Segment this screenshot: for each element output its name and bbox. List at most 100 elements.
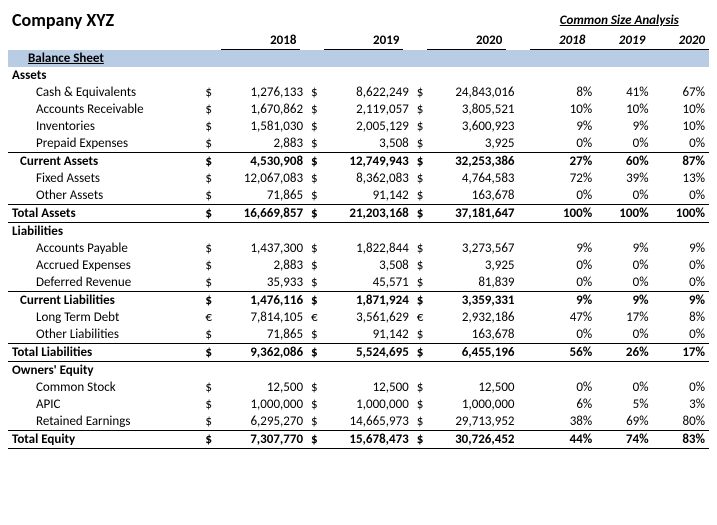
currency-symbol: $ — [201, 152, 224, 170]
value-cell: 21,203,168 — [330, 204, 413, 222]
currency-symbol: $ — [307, 187, 330, 205]
pct-cell: 17% — [653, 343, 709, 361]
pct-cell: 47% — [540, 309, 596, 326]
pct-cell: 0% — [653, 135, 709, 153]
pct-cell: 39% — [596, 170, 652, 187]
pct-cell: 0% — [653, 274, 709, 292]
row-label: APIC — [8, 396, 201, 413]
value-cell: 1,437,300 — [224, 240, 307, 257]
currency-symbol: $ — [413, 274, 436, 292]
pct-cell: 8% — [540, 84, 596, 101]
table-row: Other Liabilities$71,865$91,142$163,6780… — [8, 326, 709, 344]
row-label: Long Term Debt — [8, 309, 201, 326]
value-cell: 12,500 — [224, 379, 307, 396]
pct-cell: 72% — [540, 170, 596, 187]
currency-symbol: $ — [413, 204, 436, 222]
pct-cell: 100% — [540, 204, 596, 222]
pct-cell: 87% — [653, 152, 709, 170]
currency-symbol: $ — [201, 170, 224, 187]
value-cell: 9,362,086 — [224, 343, 307, 361]
table-row: Common Stock$12,500$12,500$12,5000%0%0% — [8, 379, 709, 396]
table-row: Other Assets$71,865$91,142$163,6780%0%0% — [8, 187, 709, 205]
value-cell: 2,932,186 — [436, 309, 519, 326]
pct-cell: 17% — [596, 309, 652, 326]
value-cell: 1,000,000 — [224, 396, 307, 413]
value-cell: 91,142 — [330, 326, 413, 344]
currency-symbol: $ — [201, 135, 224, 153]
value-cell: 3,508 — [330, 257, 413, 274]
pct-cell: 0% — [653, 326, 709, 344]
table-row: Prepaid Expenses$2,883$3,508$3,9250%0%0% — [8, 135, 709, 153]
pct-cell: 0% — [596, 187, 652, 205]
value-cell: 2,005,129 — [330, 118, 413, 135]
pct-cell: 0% — [653, 379, 709, 396]
currency-symbol: $ — [307, 170, 330, 187]
table-row: Owners' Equity — [8, 361, 709, 379]
section-balance-sheet: Balance Sheet — [8, 50, 709, 67]
pct-cell: 83% — [653, 430, 709, 448]
table-row: Total Assets$16,669,857$21,203,168$37,18… — [8, 204, 709, 222]
pct-cell: 13% — [653, 170, 709, 187]
pct-cell: 3% — [653, 396, 709, 413]
value-cell: 1,871,924 — [330, 291, 413, 309]
currency-symbol: $ — [201, 326, 224, 344]
pct-cell: 0% — [653, 257, 709, 274]
csa-year-2018: 2018 — [530, 32, 590, 50]
pct-cell: 0% — [653, 187, 709, 205]
pct-cell: 9% — [653, 291, 709, 309]
pct-cell: 100% — [596, 204, 652, 222]
currency-symbol: $ — [413, 396, 436, 413]
currency-symbol: $ — [201, 101, 224, 118]
currency-symbol: $ — [307, 326, 330, 344]
currency-symbol: $ — [201, 204, 224, 222]
currency-symbol: $ — [307, 135, 330, 153]
currency-symbol: $ — [201, 118, 224, 135]
value-cell: 1,000,000 — [330, 396, 413, 413]
value-cell: 163,678 — [436, 326, 519, 344]
row-label: Retained Earnings — [8, 413, 201, 431]
currency-symbol: $ — [413, 291, 436, 309]
value-cell: 7,307,770 — [224, 430, 307, 448]
currency-symbol: $ — [413, 413, 436, 431]
currency-symbol: $ — [307, 204, 330, 222]
row-label: Accounts Receivable — [8, 101, 201, 118]
currency-symbol: $ — [201, 240, 224, 257]
pct-cell: 67% — [653, 84, 709, 101]
pct-cell: 8% — [653, 309, 709, 326]
currency-symbol: $ — [201, 413, 224, 431]
currency-symbol: $ — [201, 84, 224, 101]
table-row: Assets — [8, 67, 709, 84]
pct-cell: 10% — [540, 101, 596, 118]
currency-symbol: € — [413, 309, 436, 326]
row-label: Total Liabilities — [8, 343, 201, 361]
value-cell: 1,276,133 — [224, 84, 307, 101]
row-label: Prepaid Expenses — [8, 135, 201, 153]
table-row: Total Equity$7,307,770$15,678,473$30,726… — [8, 430, 709, 448]
value-cell: 91,142 — [330, 187, 413, 205]
year-2020: 2020 — [427, 32, 507, 50]
row-label: Total Equity — [8, 430, 201, 448]
value-cell: 3,273,567 — [436, 240, 519, 257]
currency-symbol: $ — [413, 170, 436, 187]
currency-symbol: $ — [307, 379, 330, 396]
value-cell: 1,670,862 — [224, 101, 307, 118]
table-row: Inventories$1,581,030$2,005,129$3,600,92… — [8, 118, 709, 135]
value-cell: 1,581,030 — [224, 118, 307, 135]
value-cell: 16,669,857 — [224, 204, 307, 222]
pct-cell: 44% — [540, 430, 596, 448]
table-row: Cash & Equivalents$1,276,133$8,622,249$2… — [8, 84, 709, 101]
row-label: Accrued Expenses — [8, 257, 201, 274]
currency-symbol: $ — [307, 101, 330, 118]
pct-cell: 0% — [540, 187, 596, 205]
pct-cell: 41% — [596, 84, 652, 101]
table-row: Long Term Debt€7,814,105€3,561,629€2,932… — [8, 309, 709, 326]
row-label: Deferred Revenue — [8, 274, 201, 292]
value-cell: 3,359,331 — [436, 291, 519, 309]
value-cell: 163,678 — [436, 187, 519, 205]
currency-symbol: $ — [307, 240, 330, 257]
value-cell: 4,530,908 — [224, 152, 307, 170]
pct-cell: 0% — [540, 257, 596, 274]
value-cell: 71,865 — [224, 326, 307, 344]
table-row: Current Assets$4,530,908$12,749,943$32,2… — [8, 152, 709, 170]
group-header: Assets — [8, 67, 201, 84]
